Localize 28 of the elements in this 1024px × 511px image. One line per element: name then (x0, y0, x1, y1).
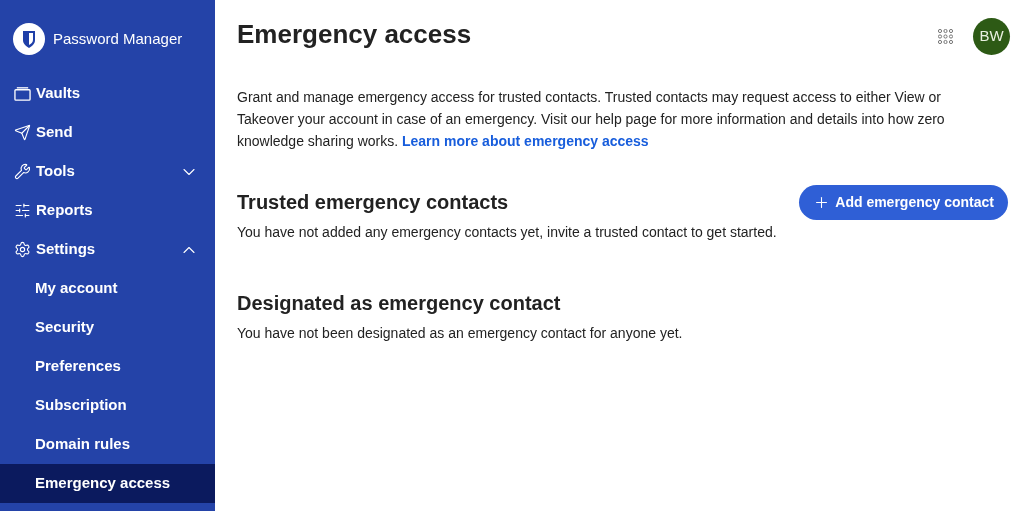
paper-plane-icon (14, 124, 31, 141)
learn-more-link[interactable]: Learn more about emergency access (402, 133, 649, 149)
shield-logo-icon (13, 23, 45, 55)
nav-subitem[interactable]: Preferences (0, 347, 215, 386)
nav-item[interactable]: Reports (0, 191, 215, 230)
nav-subitem[interactable]: Emergency access (0, 464, 215, 503)
add-contact-button[interactable]: Add emergency contact (799, 184, 1008, 220)
app-grid-icon[interactable] (938, 28, 953, 44)
section-message: You have not added any emergency contacts yet, invite a trusted contact to get started. (237, 223, 778, 242)
user-avatar[interactable]: BW (973, 17, 1010, 55)
nav-item[interactable]: Settings (0, 230, 215, 269)
nav-item[interactable]: Send (0, 113, 215, 152)
nav-subitem[interactable]: Domain rules (0, 425, 215, 464)
wrench-icon (14, 163, 31, 180)
section-title: Designated as emergency contact (237, 291, 561, 316)
sliders-icon (14, 202, 31, 219)
section-title: Trusted emergency contacts (237, 190, 509, 215)
nav-subitem[interactable]: Subscription (0, 386, 215, 425)
nav-item[interactable]: Vaults (0, 74, 215, 113)
nav-subitem[interactable]: Security (0, 308, 215, 347)
section-message: You have not been designated as an emergency contact for anyone yet. (237, 324, 684, 343)
vault-icon (14, 85, 31, 102)
nav-item[interactable]: Tools (0, 152, 215, 191)
intro-paragraph: Grant and manage emergency access for trusted contacts. Trusted contacts may request access to either View or Takeover your account in case of an emergency. Visit our help page for more information and details into how zero knowledge sharing works. Learn more about emergency access (237, 88, 946, 151)
page-title: Emergency access (237, 17, 473, 51)
nav-subitem[interactable]: My account (0, 269, 215, 308)
settings-icon (14, 241, 31, 258)
app-name: Password Manager (53, 28, 183, 49)
